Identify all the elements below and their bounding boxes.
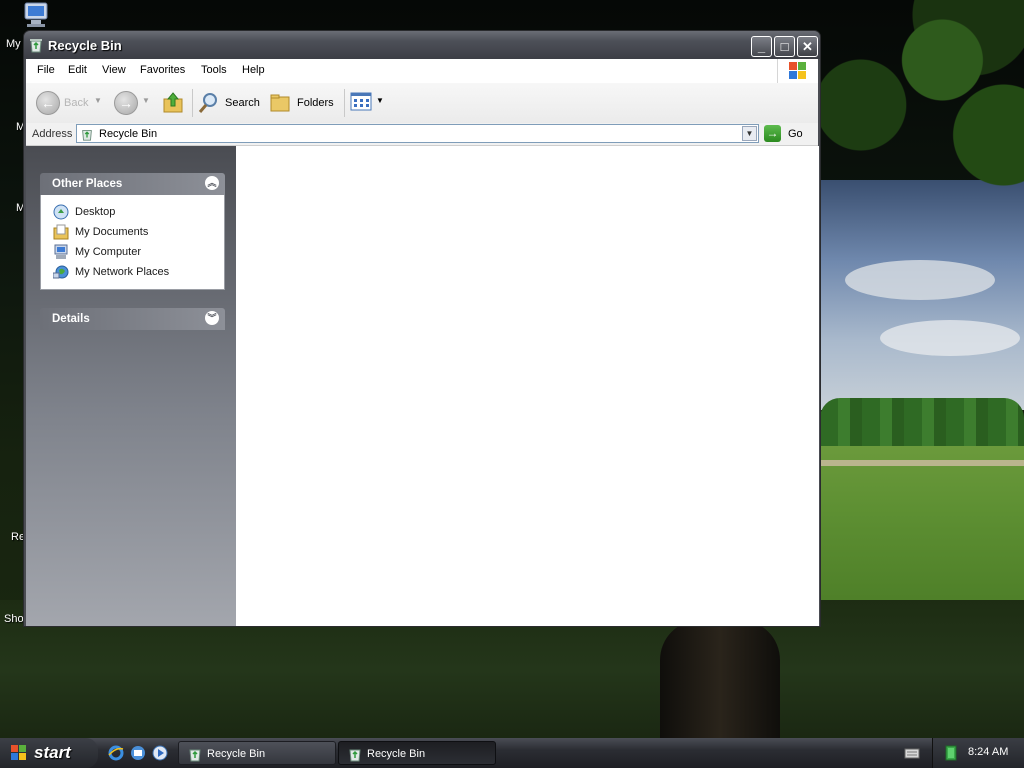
my-computer-desktop-icon[interactable] bbox=[22, 2, 52, 28]
taskbar-button-label: Recycle Bin bbox=[207, 748, 266, 760]
back-label: Back bbox=[64, 97, 89, 109]
menu-tools[interactable]: Tools bbox=[201, 64, 227, 76]
views-button[interactable]: ▼ bbox=[350, 91, 384, 115]
folders-icon bbox=[270, 94, 290, 112]
my-documents-icon bbox=[53, 224, 69, 240]
desktop-icon bbox=[53, 204, 69, 220]
media-player-icon[interactable] bbox=[152, 745, 168, 761]
recycle-bin-window: Recycle Bin _ □ ✕ File Edit View Favorit… bbox=[23, 30, 821, 627]
other-places-header[interactable]: Other Places ︽ bbox=[40, 173, 225, 195]
place-my-computer[interactable]: My Computer bbox=[41, 243, 224, 263]
forward-dropdown-icon[interactable]: ▼ bbox=[142, 96, 150, 105]
menu-edit[interactable]: Edit bbox=[68, 64, 87, 76]
views-dropdown-icon: ▼ bbox=[376, 96, 384, 105]
place-my-documents[interactable]: My Documents bbox=[41, 223, 224, 243]
menu-view[interactable]: View bbox=[102, 64, 126, 76]
up-folder-button[interactable] bbox=[162, 91, 186, 115]
other-places-panel: Other Places ︽ Desktop My Documents My C… bbox=[40, 173, 225, 290]
window-title: Recycle Bin bbox=[48, 38, 122, 53]
back-dropdown-icon[interactable]: ▼ bbox=[94, 96, 102, 105]
network-places-icon bbox=[53, 265, 69, 279]
file-list-area[interactable] bbox=[236, 146, 819, 626]
menu-favorites[interactable]: Favorites bbox=[140, 64, 185, 76]
go-label: Go bbox=[788, 128, 803, 140]
place-label: My Computer bbox=[75, 246, 142, 258]
wallpaper-lawn bbox=[820, 446, 1024, 616]
desktop-icon-label[interactable]: My bbox=[6, 38, 21, 50]
taskbar-button-recycle-bin-active[interactable]: Recycle Bin bbox=[338, 741, 496, 765]
taskbar: start Recycle Bin Recycle Bin 8:24 AM bbox=[0, 738, 1024, 768]
expand-chevron-icon[interactable]: ︾ bbox=[205, 311, 219, 325]
details-title: Details bbox=[52, 313, 90, 325]
folders-button[interactable]: Folders bbox=[270, 91, 340, 115]
place-my-network-places[interactable]: My Network Places bbox=[41, 263, 224, 283]
place-desktop[interactable]: Desktop bbox=[41, 203, 224, 223]
outlook-express-icon[interactable] bbox=[130, 745, 146, 761]
keyboard-icon[interactable] bbox=[904, 746, 920, 760]
back-arrow-icon: ← bbox=[36, 91, 60, 115]
standard-toolbar: ← Back ▼ → ▼ Search Folders ▼ bbox=[26, 83, 818, 124]
address-label: Address bbox=[32, 128, 73, 140]
desktop-icon-label[interactable]: Sho bbox=[4, 613, 24, 625]
search-button[interactable]: Search bbox=[198, 91, 262, 115]
windows-logo-icon bbox=[777, 59, 818, 83]
wallpaper-path bbox=[820, 460, 1024, 466]
taskbar-button-recycle-bin[interactable]: Recycle Bin bbox=[178, 741, 336, 765]
menu-help[interactable]: Help bbox=[242, 64, 265, 76]
start-button[interactable]: start bbox=[0, 738, 98, 768]
up-folder-icon bbox=[163, 92, 183, 113]
address-input[interactable]: Recycle Bin ▼ bbox=[76, 124, 759, 143]
other-places-list: Desktop My Documents My Computer My Netw… bbox=[40, 195, 225, 290]
address-dropdown-icon[interactable]: ▼ bbox=[742, 126, 757, 141]
my-computer-icon bbox=[54, 244, 68, 259]
taskbar-button-label: Recycle Bin bbox=[367, 748, 426, 760]
go-button[interactable]: → Go bbox=[764, 124, 814, 144]
go-arrow-icon: → bbox=[764, 125, 781, 142]
explorer-task-pane: Other Places ︽ Desktop My Documents My C… bbox=[26, 146, 236, 626]
toolbar-separator bbox=[344, 89, 345, 117]
minimize-button[interactable]: _ bbox=[751, 36, 772, 57]
toolbar-separator bbox=[192, 89, 193, 117]
clock[interactable]: 8:24 AM bbox=[968, 746, 1008, 758]
menu-file[interactable]: File bbox=[37, 64, 55, 76]
recycle-bin-icon bbox=[28, 37, 44, 53]
recycle-bin-icon bbox=[82, 130, 92, 141]
place-label: My Network Places bbox=[75, 266, 170, 278]
folders-label: Folders bbox=[297, 97, 334, 109]
forward-arrow-icon: → bbox=[114, 91, 138, 115]
address-value: Recycle Bin bbox=[99, 128, 158, 140]
start-label: start bbox=[34, 743, 71, 762]
internet-explorer-icon[interactable] bbox=[108, 745, 124, 761]
maximize-button[interactable]: □ bbox=[774, 36, 795, 57]
views-icon bbox=[350, 92, 372, 111]
details-panel: Details ︾ bbox=[40, 308, 225, 330]
tray-status-icon[interactable] bbox=[944, 745, 958, 761]
details-header[interactable]: Details ︾ bbox=[40, 308, 225, 330]
windows-flag-icon bbox=[11, 745, 26, 760]
wallpaper-treeline bbox=[820, 398, 1024, 450]
title-bar[interactable]: Recycle Bin _ □ ✕ bbox=[24, 31, 820, 59]
address-bar: Address Recycle Bin ▼ → Go bbox=[26, 123, 818, 146]
wallpaper-tree-trunk bbox=[660, 620, 780, 740]
place-label: My Documents bbox=[75, 226, 149, 238]
place-label: Desktop bbox=[75, 206, 116, 218]
collapse-chevron-icon[interactable]: ︽ bbox=[205, 176, 219, 190]
close-button[interactable]: ✕ bbox=[797, 36, 818, 57]
search-label: Search bbox=[225, 97, 260, 109]
wallpaper-foliage bbox=[820, 0, 1024, 300]
menu-bar: File Edit View Favorites Tools Help bbox=[26, 59, 818, 84]
back-button[interactable]: ← Back ▼ bbox=[36, 91, 102, 115]
other-places-title: Other Places bbox=[52, 178, 123, 190]
wallpaper-cloud bbox=[880, 320, 1020, 356]
system-tray: 8:24 AM bbox=[932, 738, 1024, 768]
recycle-bin-icon bbox=[349, 749, 361, 762]
search-icon bbox=[198, 93, 217, 113]
recycle-bin-icon bbox=[189, 749, 201, 762]
forward-button[interactable]: → ▼ bbox=[114, 91, 154, 115]
